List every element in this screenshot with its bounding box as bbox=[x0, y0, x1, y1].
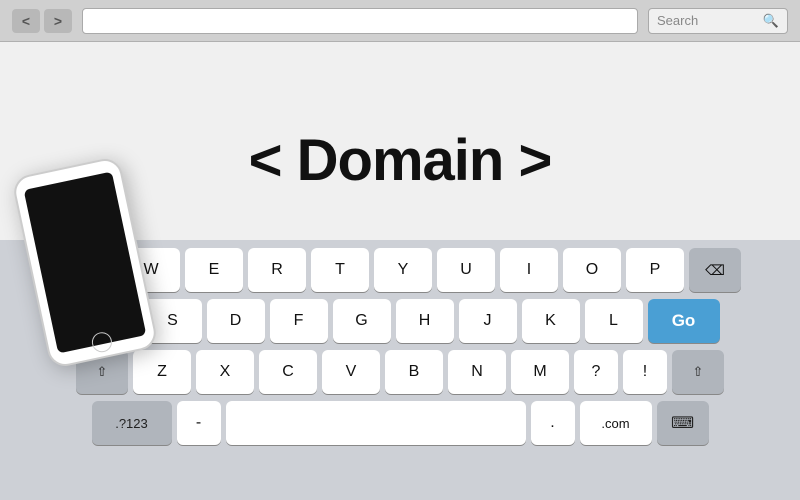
key-v[interactable]: V bbox=[322, 350, 380, 394]
key-r[interactable]: R bbox=[248, 248, 306, 292]
forward-button[interactable]: > bbox=[44, 9, 72, 33]
period-key[interactable]: . bbox=[531, 401, 575, 445]
key-j[interactable]: J bbox=[459, 299, 517, 343]
domain-title: < Domain > bbox=[249, 127, 552, 194]
key-f[interactable]: F bbox=[270, 299, 328, 343]
back-button[interactable]: < bbox=[12, 9, 40, 33]
key-i[interactable]: I bbox=[500, 248, 558, 292]
key-o[interactable]: O bbox=[563, 248, 621, 292]
key-p[interactable]: P bbox=[626, 248, 684, 292]
key-l[interactable]: L bbox=[585, 299, 643, 343]
numbers-key[interactable]: .?123 bbox=[92, 401, 172, 445]
keyboard-row-3: ⇧ Z X C V B N M ? ! ⇧ bbox=[6, 350, 794, 394]
key-y[interactable]: Y bbox=[374, 248, 432, 292]
nav-buttons: < > bbox=[12, 9, 72, 33]
key-c[interactable]: C bbox=[259, 350, 317, 394]
space-key[interactable] bbox=[226, 401, 526, 445]
key-exclaim[interactable]: ! bbox=[623, 350, 667, 394]
address-bar[interactable] bbox=[82, 8, 638, 34]
key-g[interactable]: G bbox=[333, 299, 391, 343]
browser-bar: < > Search 🔍 bbox=[0, 0, 800, 42]
key-n[interactable]: N bbox=[448, 350, 506, 394]
search-icon: 🔍 bbox=[763, 13, 779, 29]
shift-key-right[interactable]: ⇧ bbox=[672, 350, 724, 394]
backspace-key[interactable]: ⌫ bbox=[689, 248, 741, 292]
go-key[interactable]: Go bbox=[648, 299, 720, 343]
keyboard-icon[interactable]: ⌨ bbox=[657, 401, 709, 445]
dotcom-key[interactable]: .com bbox=[580, 401, 652, 445]
key-t[interactable]: T bbox=[311, 248, 369, 292]
key-question[interactable]: ? bbox=[574, 350, 618, 394]
search-box[interactable]: Search 🔍 bbox=[648, 8, 788, 34]
key-b[interactable]: B bbox=[385, 350, 443, 394]
key-x[interactable]: X bbox=[196, 350, 254, 394]
keyboard-row-4: .?123 - . .com ⌨ bbox=[6, 401, 794, 445]
key-k[interactable]: K bbox=[522, 299, 580, 343]
key-h[interactable]: H bbox=[396, 299, 454, 343]
key-d[interactable]: D bbox=[207, 299, 265, 343]
key-m[interactable]: M bbox=[511, 350, 569, 394]
key-z[interactable]: Z bbox=[133, 350, 191, 394]
search-label: Search bbox=[657, 13, 698, 28]
key-u[interactable]: U bbox=[437, 248, 495, 292]
key-e[interactable]: E bbox=[185, 248, 243, 292]
dash-key[interactable]: - bbox=[177, 401, 221, 445]
